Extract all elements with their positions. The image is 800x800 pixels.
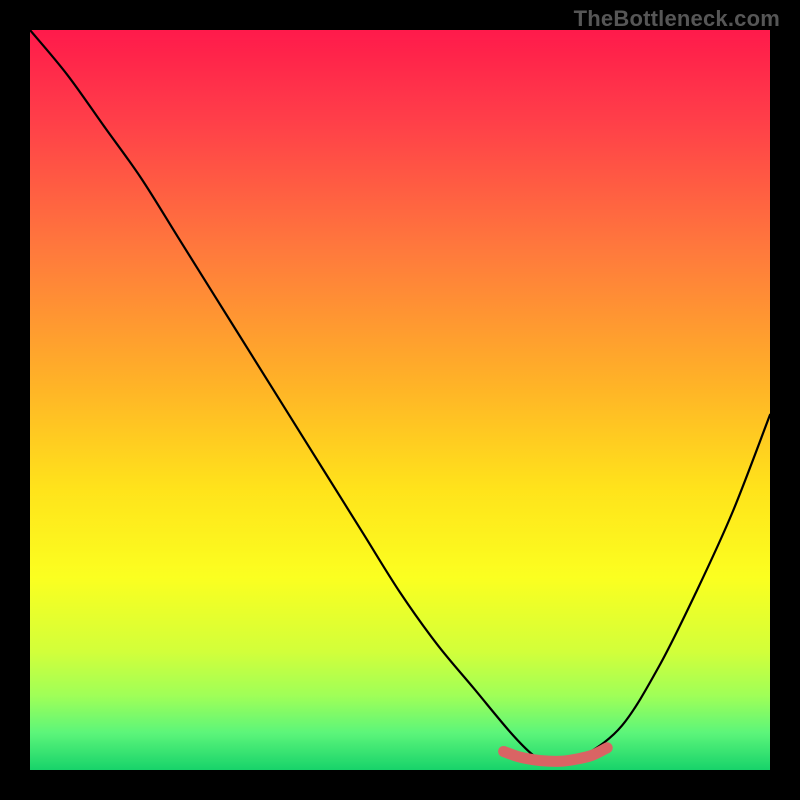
watermark-text: TheBottleneck.com: [574, 6, 780, 32]
plot-area: [30, 30, 770, 770]
chart-frame: TheBottleneck.com: [0, 0, 800, 800]
background-gradient: [30, 30, 770, 770]
